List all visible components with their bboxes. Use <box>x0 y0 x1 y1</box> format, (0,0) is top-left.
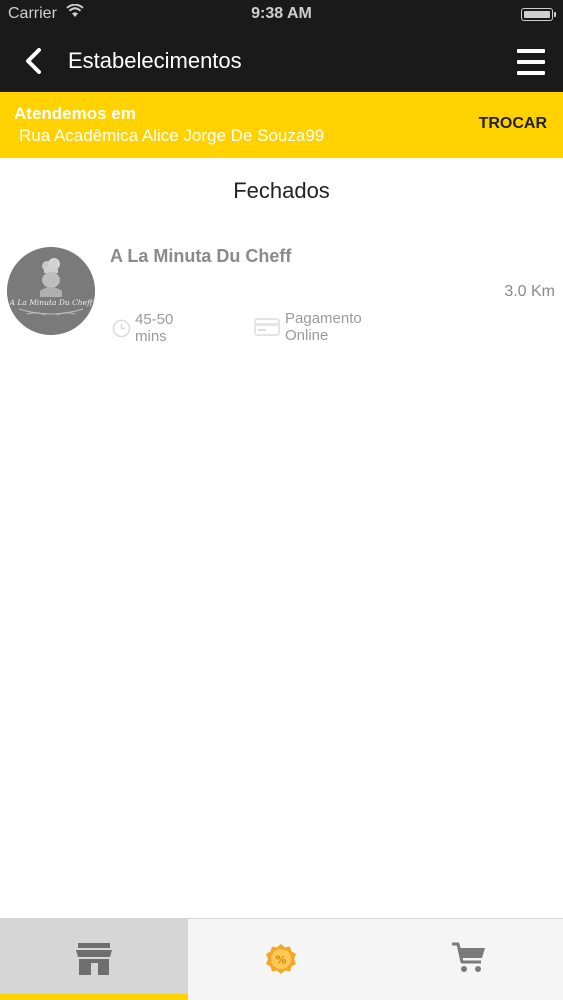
tab-cart[interactable] <box>375 919 563 1000</box>
delivery-time-unit: mins <box>135 328 167 345</box>
chef-logo-icon: A La Minuta Du Cheff <box>7 247 95 335</box>
store-name: A La Minuta Du Cheff <box>110 246 292 266</box>
svg-text:%: % <box>275 954 286 967</box>
svg-text:A La Minuta Du Cheff: A La Minuta Du Cheff <box>9 298 94 307</box>
bottom-tab-bar: % <box>0 918 563 1000</box>
tab-promotions[interactable]: % <box>188 919 376 1000</box>
payment-line-1: Pagamento <box>285 310 362 327</box>
chevron-left-icon <box>26 48 41 74</box>
tab-stores[interactable] <box>0 919 188 1000</box>
section-title-closed: Fechados <box>233 178 330 203</box>
discount-badge-icon: % <box>266 944 296 974</box>
credit-card-icon <box>254 318 280 336</box>
payment-method: Pagamento Online <box>285 310 385 344</box>
store-logo: A La Minuta Du Cheff <box>7 247 95 335</box>
payment-line-2: Online <box>285 327 329 344</box>
shopping-cart-icon <box>452 942 485 972</box>
nav-bar: Estabelecimentos <box>0 30 563 92</box>
back-button[interactable] <box>20 46 50 76</box>
delivery-address-bar: Atendemos em Rua Acadêmica Alice Jorge D… <box>0 92 563 158</box>
store-list-item[interactable]: A La Minuta Du Cheff A La Minuta Du Chef… <box>0 238 563 358</box>
page-title: Estabelecimentos <box>68 48 242 73</box>
battery-icon <box>521 8 556 21</box>
status-bar: Carrier 9:38 AM <box>0 0 563 30</box>
address-label: Atendemos em <box>14 104 136 123</box>
hamburger-menu-icon <box>517 49 545 53</box>
active-tab-indicator <box>0 994 188 1000</box>
menu-button[interactable] <box>517 49 545 75</box>
change-address-button[interactable]: TROCAR <box>479 115 547 133</box>
status-time: 9:38 AM <box>251 5 312 22</box>
delivery-time: 45-50 mins <box>135 311 195 345</box>
delivery-time-range: 45-50 <box>135 311 174 328</box>
delivery-address: Rua Acadêmica Alice Jorge De Souza99 <box>19 126 325 145</box>
store-distance: 3.0 Km <box>504 283 555 300</box>
storefront-icon <box>76 943 112 975</box>
clock-icon <box>112 319 131 338</box>
